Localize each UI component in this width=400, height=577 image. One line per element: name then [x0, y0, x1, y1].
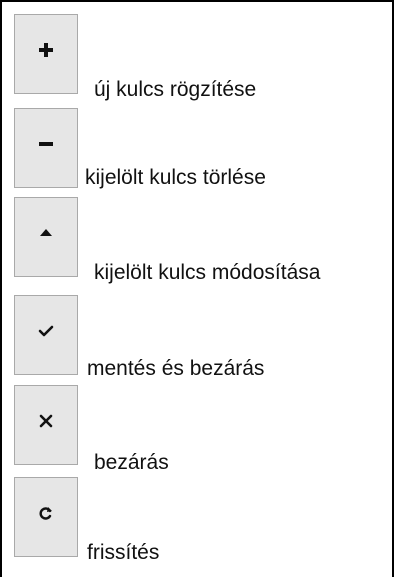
- minus-icon: [39, 142, 53, 146]
- modify-key-button[interactable]: [14, 197, 78, 277]
- add-key-button[interactable]: [14, 14, 78, 94]
- close-icon: [39, 414, 53, 428]
- delete-key-label: kijelölt kulcs törlése: [85, 166, 266, 189]
- save-and-close-label: mentés és bezárás: [87, 357, 265, 380]
- close-button[interactable]: [14, 385, 78, 465]
- close-label: bezárás: [94, 451, 169, 474]
- toolbar-panel: új kulcs rögzítése kijelölt kulcs törlés…: [0, 0, 394, 577]
- delete-key-button[interactable]: [14, 108, 78, 188]
- refresh-label: frissítés: [87, 541, 160, 564]
- add-key-label: új kulcs rögzítése: [94, 78, 257, 101]
- triangle-up-icon: [40, 229, 52, 236]
- save-and-close-button[interactable]: [14, 295, 78, 375]
- plus-icon: [39, 43, 53, 57]
- refresh-icon: [39, 507, 52, 520]
- modify-key-label: kijelölt kulcs módosítása: [94, 261, 321, 284]
- refresh-button[interactable]: [14, 477, 78, 557]
- checkmark-icon: [38, 325, 54, 337]
